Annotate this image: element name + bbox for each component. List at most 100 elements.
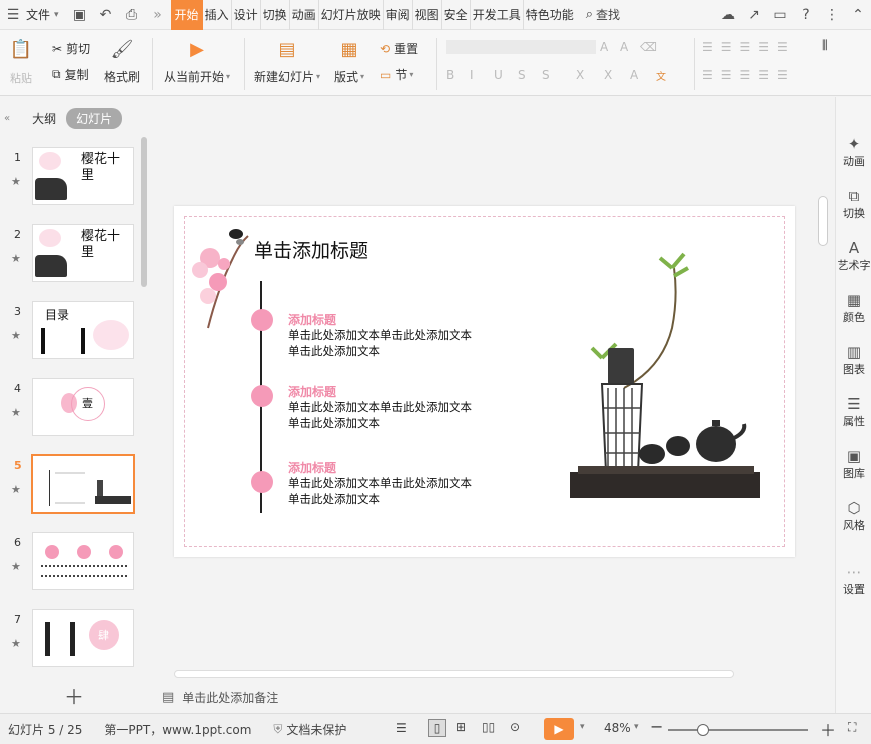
zoom-out-icon[interactable]: − (650, 717, 663, 736)
format-painter-button[interactable]: 🖌 格式刷 (104, 36, 140, 85)
item-heading[interactable]: 添加标题 (288, 459, 336, 476)
canvas-vertical-scrollbar[interactable] (818, 196, 828, 246)
copy-button[interactable]: ⧉ 复制 (52, 66, 89, 83)
sidebar-item-properties[interactable]: ☰ 属性 (836, 395, 871, 429)
sidebar-item-color[interactable]: ▦ 颜色 (836, 291, 871, 325)
strikethrough-icon[interactable]: S (518, 68, 526, 82)
slide-thumbnail[interactable] (32, 532, 134, 590)
new-slide-button[interactable]: ▤ 新建幻灯片 ▾ (254, 36, 320, 85)
item-text[interactable]: 单击此处添加文本单击此处添加文本 单击此处添加文本 (288, 399, 472, 431)
item-text[interactable]: 单击此处添加文本单击此处添加文本 单击此处添加文本 (288, 327, 472, 359)
collapse-ribbon-icon[interactable]: ⌃ (845, 0, 871, 30)
presenter-view-icon[interactable]: ⊙ (510, 720, 520, 734)
print-icon[interactable]: ⎙ (119, 0, 145, 30)
item-heading[interactable]: 添加标题 (288, 311, 336, 328)
zoom-slider[interactable] (668, 724, 808, 736)
share-icon[interactable]: ↗ (741, 0, 767, 30)
panel-scrollbar[interactable] (141, 137, 147, 287)
search-box[interactable]: ⌕ 查找 (586, 6, 620, 23)
normal-view-icon[interactable]: ▯ (428, 719, 446, 737)
sidebar-item-wordart[interactable]: A 艺术字 (836, 239, 871, 273)
paragraph-format-icons[interactable]: ☰☰☰☰☰ (702, 40, 796, 54)
tab-security[interactable]: 安全 (442, 0, 471, 30)
font-select[interactable] (446, 40, 596, 54)
cut-button[interactable]: ✂ 剪切 (52, 40, 90, 57)
shadow-icon[interactable]: S (542, 68, 550, 82)
tab-slides[interactable]: 幻灯片 (66, 107, 123, 129)
canvas-horizontal-scrollbar[interactable] (174, 670, 734, 678)
comment-icon[interactable]: ▭ (767, 0, 793, 30)
tab-outline[interactable]: 大纲 (22, 108, 66, 129)
tab-view[interactable]: 视图 (413, 0, 442, 30)
slide-thumbnail-row[interactable]: 2 ★ 樱花十里 (0, 224, 150, 288)
slide-thumbnail-row[interactable]: 4 ★ 壹 (0, 378, 150, 442)
slide-thumbnail-row[interactable]: 1 ★ 樱花十里 (0, 147, 150, 211)
save-icon[interactable]: ▣ (67, 0, 93, 30)
notes-area[interactable]: ▤ 单击此处添加备注 (150, 684, 830, 710)
underline-icon[interactable]: U (494, 68, 503, 82)
reset-button[interactable]: ⟲ 重置 (380, 40, 418, 57)
note-view-icon[interactable]: ☰ (396, 721, 407, 735)
more-chevron-icon[interactable]: » (145, 0, 171, 30)
item-text[interactable]: 单击此处添加文本单击此处添加文本 单击此处添加文本 (288, 475, 472, 507)
hamburger-menu-icon[interactable]: ☰ (0, 0, 26, 30)
slide-canvas[interactable]: 单击添加标题 添加标题 单击此处添加文本单击此处添加文本 单击此处添加文本 添加… (174, 206, 795, 557)
zoom-level[interactable]: 48% (604, 721, 631, 735)
slide-thumbnail[interactable]: 樱花十里 (32, 147, 134, 205)
phonetic-icon[interactable]: 文 (656, 68, 666, 83)
slide-thumbnail[interactable]: 壹 (32, 378, 134, 436)
play-from-current-button[interactable]: ▶ 从当前开始 ▾ (164, 36, 230, 85)
tab-slideshow[interactable]: 幻灯片放映 (319, 0, 384, 30)
tab-transition[interactable]: 切换 (261, 0, 290, 30)
tab-insert[interactable]: 插入 (203, 0, 232, 30)
text-direction-icon[interactable]: ⫼ (822, 38, 828, 53)
sidebar-item-animation[interactable]: ✦ 动画 (836, 135, 871, 169)
font-grow-icon[interactable]: A (600, 40, 608, 54)
slide-title[interactable]: 单击添加标题 (254, 236, 368, 263)
chevron-down-icon[interactable]: ▾ (634, 722, 639, 732)
section-button[interactable]: ▭ 节 ▾ (380, 66, 413, 83)
italic-icon[interactable]: I (470, 68, 474, 82)
slide-thumbnail[interactable]: 肆 (32, 609, 134, 667)
sidebar-item-gallery[interactable]: ▣ 图库 (836, 447, 871, 481)
file-menu[interactable]: 文件 ▾ (26, 6, 59, 23)
layout-button[interactable]: ▦ 版式 ▾ (334, 36, 364, 85)
slide-thumbnail[interactable]: 目录 (32, 301, 134, 359)
alignment-icons[interactable]: ☰☰☰☰☰ (702, 68, 796, 82)
zoom-in-icon[interactable]: ＋ (820, 717, 836, 741)
bold-icon[interactable]: B (446, 68, 454, 82)
slide-thumbnail-row[interactable]: 3 ★ 目录 (0, 301, 150, 365)
fit-window-icon[interactable]: ⛶ (848, 720, 856, 735)
tab-animation[interactable]: 动画 (290, 0, 319, 30)
slide-thumbnail[interactable]: 樱花十里 (32, 224, 134, 282)
clear-format-icon[interactable]: ⌫ (640, 40, 657, 54)
slide-thumbnail-selected[interactable] (31, 454, 135, 514)
slide-sorter-icon[interactable]: ⊞ (456, 720, 466, 734)
font-color-icon[interactable]: A (630, 68, 638, 82)
more-icon[interactable]: ⋮ (819, 0, 845, 30)
protection-status[interactable]: 文档未保护 (286, 721, 346, 738)
tab-review[interactable]: 审阅 (384, 0, 413, 30)
play-slideshow-button[interactable]: ▶ (544, 718, 574, 740)
paste-button[interactable]: 📋 粘贴 (8, 36, 34, 86)
collapse-panel-icon[interactable]: « (4, 113, 10, 124)
help-icon[interactable]: ? (793, 0, 819, 30)
tab-developer[interactable]: 开发工具 (471, 0, 524, 30)
slide-thumbnail-row[interactable]: 5 ★ (0, 454, 150, 519)
add-slide-button[interactable]: ＋ (64, 681, 84, 710)
cloud-icon[interactable]: ☁ (715, 0, 741, 30)
slide-thumbnail-row[interactable]: 6 ★ (0, 532, 150, 596)
tab-design[interactable]: 设计 (232, 0, 261, 30)
undo-icon[interactable]: ↶ (93, 0, 119, 30)
slide-thumbnail-row[interactable]: 7 ★ 肆 (0, 609, 150, 673)
subscript-icon[interactable]: X (604, 68, 612, 82)
tab-features[interactable]: 特色功能 (524, 0, 576, 30)
sidebar-item-style[interactable]: ⬡ 风格 (836, 499, 871, 533)
sidebar-item-transition[interactable]: ⧉ 切换 (836, 187, 871, 221)
chevron-down-icon[interactable]: ▾ (580, 722, 585, 732)
font-shrink-icon[interactable]: A (620, 40, 628, 54)
reading-view-icon[interactable]: ▯▯ (482, 720, 495, 734)
item-heading[interactable]: 添加标题 (288, 383, 336, 400)
tab-home[interactable]: 开始 (170, 0, 203, 30)
sidebar-item-settings[interactable]: ⋯ 设置 (836, 563, 871, 597)
